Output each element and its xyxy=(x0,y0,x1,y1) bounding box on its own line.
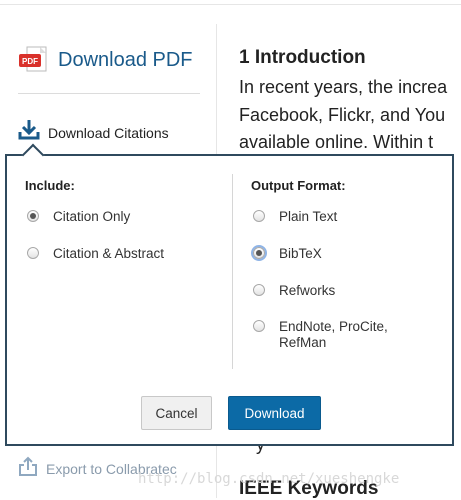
radio-refworks[interactable] xyxy=(253,284,265,296)
download-citations-label: Download Citations xyxy=(48,125,169,141)
radio-bibtex[interactable] xyxy=(253,247,265,259)
download-citations-popup: Include: Citation Only Citation & Abstra… xyxy=(5,154,454,446)
download-citations-link[interactable]: Download Citations xyxy=(18,118,169,147)
article-paragraph: In recent years, the increa Facebook, Fl… xyxy=(239,74,461,157)
sidebar-separator xyxy=(18,93,200,94)
option-label: Plain Text xyxy=(279,209,337,225)
svg-text:PDF: PDF xyxy=(22,57,38,66)
radio-citation-only[interactable] xyxy=(27,210,39,222)
output-format-title: Output Format: xyxy=(251,178,346,193)
paragraph-line: In recent years, the increa xyxy=(239,74,461,102)
popup-column-divider xyxy=(232,174,233,369)
paragraph-line: available online. Within t xyxy=(239,129,461,157)
section-heading: 1 Introduction xyxy=(239,46,461,70)
format-option-endnote[interactable]: EndNote, ProCite, RefMan xyxy=(253,319,413,351)
include-title: Include: xyxy=(25,178,75,193)
format-option-bibtex[interactable]: BibTeX xyxy=(253,246,322,262)
export-icon xyxy=(18,455,39,482)
download-button[interactable]: Download xyxy=(228,396,321,430)
download-pdf-label: Download PDF xyxy=(58,49,193,72)
include-option-citation-only[interactable]: Citation Only xyxy=(27,209,130,225)
download-pdf-link[interactable]: PDF Download PDF xyxy=(18,46,193,74)
download-icon xyxy=(18,118,40,147)
popup-caret xyxy=(22,144,45,167)
format-option-plain-text[interactable]: Plain Text xyxy=(253,209,337,225)
endnote-label: EndNote, ProCite, RefMan xyxy=(279,319,419,351)
include-option-citation-abstract[interactable]: Citation & Abstract xyxy=(27,246,164,262)
option-label: EndNote, ProCite, RefMan xyxy=(279,319,419,351)
option-label: BibTeX xyxy=(279,246,322,262)
top-border xyxy=(0,4,461,5)
radio-citation-abstract[interactable] xyxy=(27,247,39,259)
article-body: 1 Introduction In recent years, the incr… xyxy=(239,46,461,157)
cancel-button[interactable]: Cancel xyxy=(141,396,212,430)
radio-plain-text[interactable] xyxy=(253,210,265,222)
option-label: Citation Only xyxy=(53,209,130,225)
option-label: Citation & Abstract xyxy=(53,246,164,262)
format-option-refworks[interactable]: Refworks xyxy=(253,283,335,299)
paragraph-line: Facebook, Flickr, and You xyxy=(239,102,461,130)
watermark-text: http://blog.csdn.net/xueshengke xyxy=(138,471,399,487)
radio-endnote[interactable] xyxy=(253,320,265,332)
option-label: Refworks xyxy=(279,283,335,299)
pdf-icon: PDF xyxy=(18,46,48,74)
